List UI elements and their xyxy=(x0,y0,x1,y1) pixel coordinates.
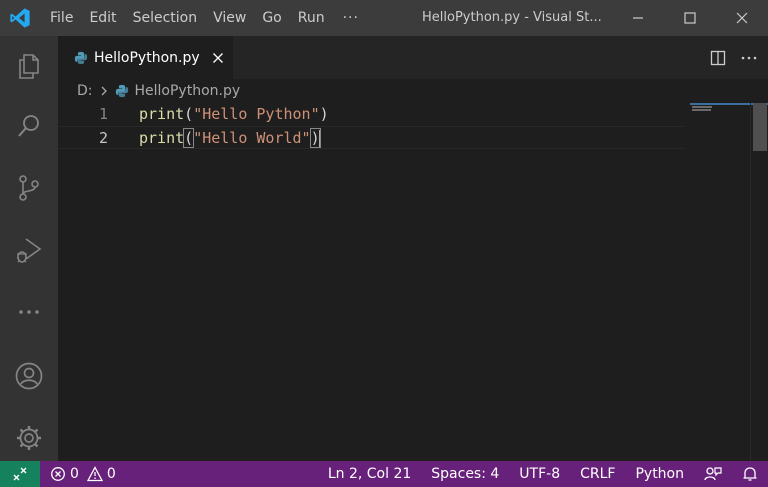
close-icon xyxy=(212,52,223,63)
more-actions-icon[interactable] xyxy=(740,50,758,66)
window-controls xyxy=(612,0,768,36)
warning-icon xyxy=(86,466,103,482)
split-editor-icon[interactable] xyxy=(710,50,726,66)
code-line[interactable]: 1 print("Hello Python") xyxy=(58,103,684,126)
warning-count: 0 xyxy=(106,466,116,482)
vertical-scrollbar[interactable] xyxy=(750,103,768,461)
text-cursor xyxy=(318,129,321,148)
feedback-button[interactable] xyxy=(694,466,732,482)
close-icon xyxy=(736,12,748,24)
status-bar: 0 0 Ln 2, Col 21 Spaces: 4 UTF-8 CRLF Py… xyxy=(0,461,768,487)
notifications-button[interactable] xyxy=(732,466,768,482)
maximize-button[interactable] xyxy=(664,0,716,36)
line-source: print("Hello Python") xyxy=(139,103,329,126)
token-paren-open: ( xyxy=(183,128,195,148)
menu-go[interactable]: Go xyxy=(254,0,289,36)
python-file-icon xyxy=(115,84,128,98)
source-control-button[interactable] xyxy=(0,164,58,212)
more-icon xyxy=(19,310,39,314)
minimize-button[interactable] xyxy=(612,0,664,36)
search-icon xyxy=(18,115,39,137)
line-number: 2 xyxy=(98,129,108,147)
menu-selection[interactable]: Selection xyxy=(125,0,206,36)
run-debug-button[interactable] xyxy=(0,226,58,274)
minimize-icon xyxy=(633,17,643,19)
vscode-logo-icon xyxy=(2,0,38,36)
python-file-icon xyxy=(74,51,88,64)
encoding[interactable]: UTF-8 xyxy=(509,466,570,482)
files-icon xyxy=(19,54,39,79)
remote-button[interactable] xyxy=(0,461,40,487)
scrollbar-thumb[interactable] xyxy=(753,103,767,151)
search-button[interactable] xyxy=(0,102,58,150)
error-icon xyxy=(51,467,65,481)
account-icon xyxy=(15,362,43,390)
settings-gear-icon xyxy=(17,426,41,450)
breadcrumb-drive[interactable]: D: xyxy=(77,83,93,99)
cursor-position[interactable]: Ln 2, Col 21 xyxy=(318,466,421,482)
menu-file[interactable]: File xyxy=(42,0,81,36)
minimap[interactable] xyxy=(690,103,768,461)
menu-more[interactable]: ··· xyxy=(333,10,369,26)
source-control-icon xyxy=(19,175,39,201)
error-count: 0 xyxy=(70,466,79,482)
menu-bar: File Edit Selection View Go Run ··· xyxy=(42,0,369,36)
token-paren-open: ( xyxy=(184,105,194,123)
run-debug-icon xyxy=(17,238,42,263)
editor-group: HelloPython.py D: HelloPython.py 1 print… xyxy=(58,36,768,461)
window-title: HelloPython.py - Visual St... xyxy=(422,10,602,25)
end-of-line[interactable]: CRLF xyxy=(570,466,625,482)
token-function: print xyxy=(139,105,185,123)
menu-view[interactable]: View xyxy=(205,0,254,36)
tabs-bar: HelloPython.py xyxy=(58,36,768,79)
tab-close-button[interactable] xyxy=(210,50,226,66)
breadcrumb-file[interactable]: HelloPython.py xyxy=(135,83,241,99)
line-source: print("Hello World") xyxy=(139,127,321,150)
token-string: "Hello World" xyxy=(193,129,311,147)
minimap-line xyxy=(692,106,712,108)
explorer-button[interactable] xyxy=(0,42,58,90)
more-views-button[interactable] xyxy=(0,288,58,336)
token-function: print xyxy=(139,129,185,147)
title-bar: File Edit Selection View Go Run ··· Hell… xyxy=(0,0,768,36)
token-string: "Hello Python" xyxy=(193,105,320,123)
chevron-right-icon xyxy=(99,85,109,97)
maximize-icon xyxy=(684,12,696,24)
manage-button[interactable] xyxy=(0,414,58,462)
accounts-button[interactable] xyxy=(0,352,58,400)
code-line-current[interactable]: 2 print("Hello World") xyxy=(58,126,684,149)
menu-run[interactable]: Run xyxy=(290,0,333,36)
tab-label: HelloPython.py xyxy=(94,49,200,66)
problems-button[interactable]: 0 0 xyxy=(50,466,116,482)
line-number: 1 xyxy=(98,105,108,123)
remote-icon xyxy=(13,467,27,481)
language-mode[interactable]: Python xyxy=(625,466,694,482)
bell-icon xyxy=(743,467,757,481)
token-paren-close: ) xyxy=(319,105,329,123)
minimap-line xyxy=(692,109,711,111)
activity-bar xyxy=(0,36,58,461)
menu-edit[interactable]: Edit xyxy=(81,0,124,36)
code-editor[interactable]: 1 print("Hello Python") 2 print("Hello W… xyxy=(58,103,688,461)
status-right: Ln 2, Col 21 Spaces: 4 UTF-8 CRLF Python xyxy=(318,461,768,487)
breadcrumb: D: HelloPython.py xyxy=(58,79,768,103)
tab-hellopython[interactable]: HelloPython.py xyxy=(58,36,233,79)
indentation[interactable]: Spaces: 4 xyxy=(421,466,509,482)
close-button[interactable] xyxy=(716,0,768,36)
editor-actions xyxy=(710,36,758,79)
feedback-icon xyxy=(704,467,722,481)
